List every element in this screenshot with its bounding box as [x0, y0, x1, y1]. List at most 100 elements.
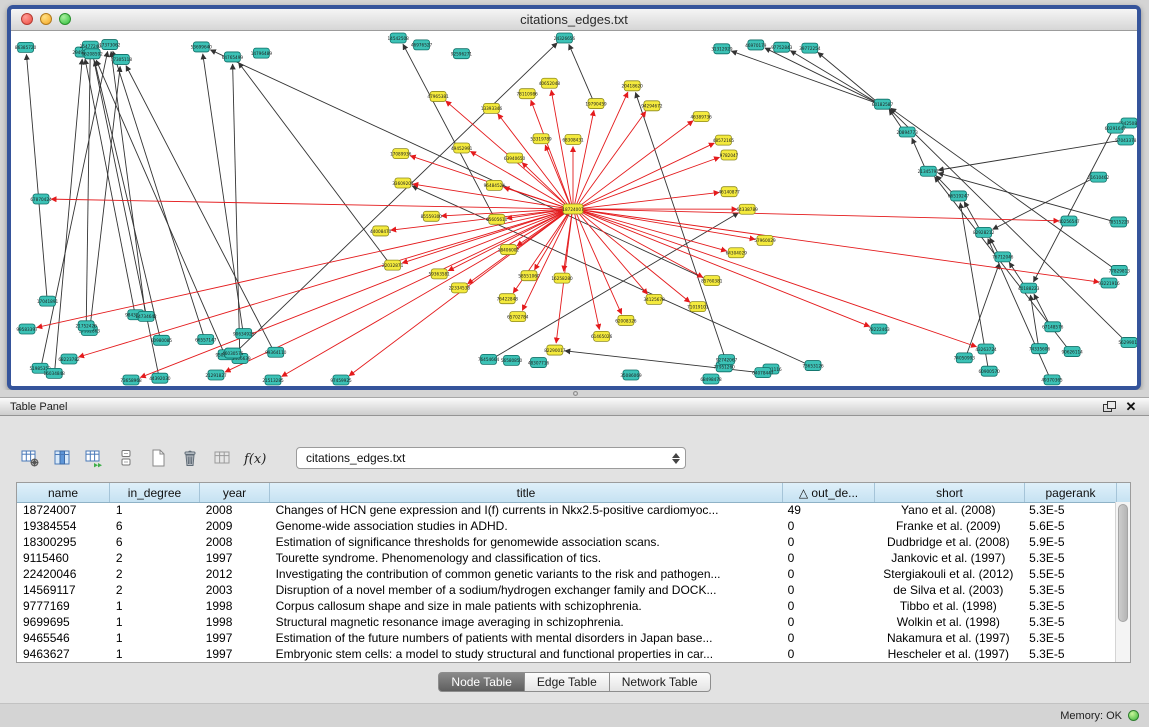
- table-cell[interactable]: Tibbo et al. (1998): [873, 598, 1023, 614]
- network-node[interactable]: 64338789: [736, 204, 758, 214]
- network-node[interactable]: 85559300: [421, 211, 443, 221]
- network-node[interactable]: 66519247: [948, 191, 970, 201]
- network-node[interactable]: 90626114: [1062, 347, 1084, 357]
- network-node[interactable]: 60182587: [872, 99, 894, 109]
- network-node[interactable]: 65605610: [486, 214, 508, 224]
- network-node[interactable]: 58551060: [518, 271, 540, 281]
- table-cell[interactable]: 18724007: [17, 502, 110, 518]
- network-node[interactable]: 99364110: [265, 347, 287, 357]
- table-cell[interactable]: 5.3E-5: [1023, 646, 1115, 662]
- network-node[interactable]: 76422848: [497, 294, 519, 304]
- table-cell[interactable]: Yano et al. (2008): [873, 502, 1023, 518]
- table-cell[interactable]: 1997: [200, 646, 270, 662]
- table-cell[interactable]: 5.3E-5: [1023, 502, 1115, 518]
- network-node[interactable]: 18724007: [562, 204, 584, 214]
- import-table-icon[interactable]: [80, 445, 108, 471]
- network-node[interactable]: 53699640: [191, 42, 213, 52]
- network-node[interactable]: 47965381: [427, 91, 449, 101]
- network-node[interactable]: 18406002: [498, 245, 520, 255]
- table-cell[interactable]: 0: [782, 582, 874, 598]
- table-cell[interactable]: 1997: [200, 630, 270, 646]
- table-row[interactable]: 1938455462009Genome-wide association stu…: [17, 518, 1115, 534]
- network-node[interactable]: 17041891: [37, 296, 59, 306]
- table-cell[interactable]: 5.3E-5: [1023, 582, 1115, 598]
- table-cell[interactable]: 0: [782, 646, 874, 662]
- network-node[interactable]: 9782047: [720, 150, 739, 160]
- table-cell[interactable]: 2008: [200, 502, 270, 518]
- network-node[interactable]: 21345791: [918, 166, 940, 176]
- table-cell[interactable]: 5.5E-5: [1023, 566, 1115, 582]
- table-cell[interactable]: 0: [782, 518, 874, 534]
- table-cell[interactable]: Estimation of significance thresholds fo…: [270, 534, 782, 550]
- column-header[interactable]: short: [875, 483, 1025, 502]
- tab-node-table[interactable]: Node Table: [438, 672, 525, 692]
- show-column-icon[interactable]: [48, 445, 76, 471]
- table-cell[interactable]: Embryonic stem cells: a model to study s…: [270, 646, 782, 662]
- network-node[interactable]: 68223782: [58, 354, 80, 364]
- table-cell[interactable]: Stergiakouli et al. (2012): [873, 566, 1023, 582]
- function-builder-icon[interactable]: f(x): [240, 445, 268, 471]
- network-node[interactable]: 46389736: [691, 112, 713, 122]
- network-node[interactable]: 97459925: [330, 375, 352, 385]
- table-cell[interactable]: Corpus callosum shape and size in male p…: [270, 598, 782, 614]
- table-cell[interactable]: Franke et al. (2009): [873, 518, 1023, 534]
- table-cell[interactable]: 2012: [200, 566, 270, 582]
- network-node[interactable]: 56299019: [1118, 337, 1137, 347]
- minimize-window-button[interactable]: [40, 13, 52, 25]
- network-selector[interactable]: citations_edges.txt: [296, 447, 686, 469]
- table-cell[interactable]: 5.3E-5: [1023, 598, 1115, 614]
- table-row[interactable]: 911546021997Tourette syndrome. Phenomeno…: [17, 550, 1115, 566]
- network-node[interactable]: 63940650: [504, 153, 526, 163]
- network-node[interactable]: 77305118: [111, 54, 133, 64]
- network-node[interactable]: 60291647: [1105, 123, 1127, 133]
- network-node[interactable]: 68498478: [700, 374, 722, 384]
- table-row[interactable]: 969969511998Structural magnetic resonanc…: [17, 614, 1115, 630]
- table-cell[interactable]: Structural magnetic resonance image aver…: [270, 614, 782, 630]
- network-node[interactable]: 82928212: [973, 227, 995, 237]
- network-node[interactable]: 92742067: [716, 355, 738, 365]
- network-node[interactable]: 46140877: [718, 187, 740, 197]
- network-node[interactable]: 71019101: [687, 302, 709, 312]
- network-node[interactable]: 21513285: [262, 375, 284, 385]
- table-cell[interactable]: 1: [110, 502, 200, 518]
- pane-divider[interactable]: [0, 390, 1149, 397]
- table-cell[interactable]: 9115460: [17, 550, 110, 566]
- table-cell[interactable]: 9777169: [17, 598, 110, 614]
- network-node[interactable]: 93221916: [1098, 278, 1120, 288]
- network-node[interactable]: 24326656: [554, 33, 576, 43]
- network-node[interactable]: 34125678: [643, 294, 665, 304]
- table-cell[interactable]: 6: [110, 534, 200, 550]
- table-cell[interactable]: 1: [110, 630, 200, 646]
- table-cell[interactable]: 9699695: [17, 614, 110, 630]
- network-node[interactable]: 16258280: [551, 273, 573, 283]
- table-cell[interactable]: 9463627: [17, 646, 110, 662]
- network-node[interactable]: 21291827: [205, 370, 227, 380]
- network-node[interactable]: 62008326: [615, 315, 637, 325]
- network-node[interactable]: 14734642: [135, 311, 157, 321]
- network-node[interactable]: 57960029: [754, 235, 776, 245]
- table-cell[interactable]: Jankovic et al. (1997): [873, 550, 1023, 566]
- network-node[interactable]: 22032871: [382, 260, 404, 270]
- column-header[interactable]: name: [17, 483, 110, 502]
- network-node[interactable]: 22334538: [449, 283, 471, 293]
- network-node[interactable]: 56580850: [501, 355, 523, 365]
- network-node[interactable]: 14542508: [388, 33, 410, 43]
- table-cell[interactable]: 5.3E-5: [1023, 614, 1115, 630]
- vertical-scrollbar[interactable]: [1115, 502, 1130, 662]
- network-node[interactable]: 17089936: [390, 149, 412, 159]
- table-cell[interactable]: Estimation of the future numbers of pati…: [270, 630, 782, 646]
- network-node[interactable]: 78222463: [868, 324, 890, 334]
- network-node[interactable]: 19790459: [585, 99, 607, 109]
- create-table-icon[interactable]: [144, 445, 172, 471]
- table-options-icon[interactable]: [16, 445, 44, 471]
- network-node[interactable]: 60980085: [151, 335, 173, 345]
- network-node[interactable]: 60900570: [979, 366, 1001, 376]
- table-cell[interactable]: 6: [110, 518, 200, 534]
- tab-edge-table[interactable]: Edge Table: [525, 672, 610, 692]
- network-node[interactable]: 48307716: [528, 358, 550, 368]
- table-cell[interactable]: de Silva et al. (2003): [873, 582, 1023, 598]
- network-node[interactable]: 92596271: [451, 49, 473, 59]
- network-node[interactable]: 13393346: [481, 103, 503, 113]
- row-tools-icon[interactable]: [112, 445, 140, 471]
- table-cell[interactable]: 2: [110, 566, 200, 582]
